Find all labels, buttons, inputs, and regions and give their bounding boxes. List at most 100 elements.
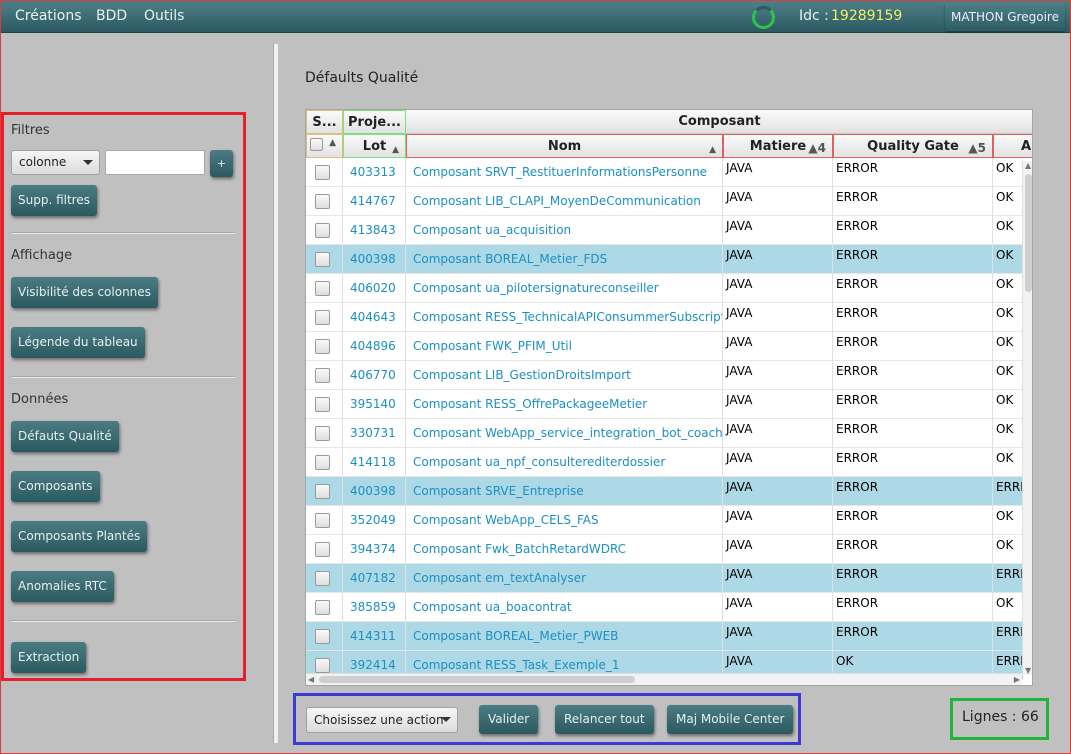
column-header-projet[interactable]: Proje... (343, 110, 406, 134)
scroll-thumb[interactable] (1025, 174, 1032, 292)
component-name-link[interactable]: Composant RESS_TechnicalAPIConsummerSubs… (406, 303, 723, 332)
table-row[interactable]: 394374 Composant Fwk_BatchRetardWDRC JAVA E… (306, 535, 1023, 564)
lot-link[interactable]: 400398 (343, 245, 406, 274)
component-name-link[interactable]: Composant BOREAL_Metier_PWEB (406, 622, 723, 651)
table-row[interactable]: 330731 Composant WebApp_service_integrati… (306, 419, 1023, 448)
component-name-link[interactable]: Composant SRVT_RestituerInformationsPers… (406, 158, 723, 187)
lot-link[interactable]: 414311 (343, 622, 406, 651)
maj-mobile-center-button[interactable]: Maj Mobile Center (667, 705, 794, 734)
table-row[interactable]: 406020 Composant ua_pilotersignatureconse… (306, 274, 1023, 303)
scroll-thumb[interactable] (319, 676, 635, 683)
row-checkbox[interactable] (315, 368, 330, 383)
row-checkbox[interactable] (315, 513, 330, 528)
columns-visibility-button[interactable]: Visibilité des colonnes (11, 277, 158, 308)
component-name-link[interactable]: Composant LIB_CLAPI_MoyenDeCommunication (406, 187, 723, 216)
column-header-select[interactable]: ▲ (306, 134, 343, 158)
component-name-link[interactable]: Composant SRVE_Entreprise (406, 477, 723, 506)
row-checkbox[interactable] (315, 571, 330, 586)
table-legend-button[interactable]: Légende du tableau (11, 327, 145, 358)
table-row[interactable]: 403313 Composant SRVT_RestituerInformatio… (306, 158, 1023, 187)
nav-components-button[interactable]: Composants (11, 471, 100, 502)
component-name-link[interactable]: Composant BOREAL_Metier_FDS (406, 245, 723, 274)
select-all-checkbox[interactable] (310, 138, 323, 151)
row-checkbox[interactable] (315, 629, 330, 644)
row-checkbox[interactable] (315, 600, 330, 615)
table-row[interactable]: 414118 Composant ua_npf_consulterediterdo… (306, 448, 1023, 477)
table-row[interactable]: 413843 Composant ua_acquisition JAVA ERROR O… (306, 216, 1023, 245)
nav-quality-defects-button[interactable]: Défauts Qualité (11, 421, 119, 452)
remove-filters-button[interactable]: Supp. filtres (11, 185, 97, 216)
column-header-quality-gate[interactable]: Quality Gate ▲5 (833, 134, 993, 158)
component-name-link[interactable]: Composant ua_npf_consulterediterdossier (406, 448, 723, 477)
action-select[interactable]: Choisissez une action (306, 707, 458, 733)
component-name-link[interactable]: Composant FWK_PFIM_Util (406, 332, 723, 361)
row-checkbox[interactable] (315, 339, 330, 354)
table-row[interactable]: 352049 Composant WebApp_CELS_FAS JAVA ERROR… (306, 506, 1023, 535)
component-name-link[interactable]: Composant ua_pilotersignatureconseiller (406, 274, 723, 303)
scroll-down-icon[interactable]: ▼ (1025, 666, 1031, 675)
row-checkbox[interactable] (315, 281, 330, 296)
component-name-link[interactable]: Composant em_textAnalyser (406, 564, 723, 593)
component-name-link[interactable]: Composant ua_acquisition (406, 216, 723, 245)
lot-link[interactable]: 404643 (343, 303, 406, 332)
scroll-left-icon[interactable]: ◀ (308, 675, 314, 684)
table-row[interactable]: 400398 Composant BOREAL_Metier_FDS JAVA ERR… (306, 245, 1023, 274)
scroll-up-icon[interactable]: ▲ (1025, 161, 1031, 170)
component-name-link[interactable]: Composant Fwk_BatchRetardWDRC (406, 535, 723, 564)
component-name-link[interactable]: Composant RESS_OffrePackageeMetier (406, 390, 723, 419)
row-checkbox[interactable] (315, 455, 330, 470)
column-header-s[interactable]: S... (306, 110, 343, 134)
column-select[interactable]: colonne (11, 150, 100, 175)
lot-link[interactable]: 404896 (343, 332, 406, 361)
table-row[interactable]: 407182 Composant em_textAnalyser JAVA ERROR… (306, 564, 1023, 593)
component-name-link[interactable]: Composant WebApp_CELS_FAS (406, 506, 723, 535)
lot-link[interactable]: 352049 (343, 506, 406, 535)
table-row[interactable]: 414767 Composant LIB_CLAPI_MoyenDeCommuni… (306, 187, 1023, 216)
nav-rtc-anomalies-button[interactable]: Anomalies RTC (11, 571, 114, 602)
scroll-right-icon[interactable]: ▶ (1014, 675, 1020, 684)
component-name-link[interactable]: Composant WebApp_service_integration_bot… (406, 419, 723, 448)
filter-input[interactable] (105, 150, 205, 175)
column-header-matiere[interactable]: Matiere ▲4 (723, 134, 833, 158)
table-row[interactable]: 395140 Composant RESS_OffrePackageeMetier… (306, 390, 1023, 419)
vertical-scrollbar[interactable]: ▲ ▼ (1022, 161, 1032, 675)
row-checkbox[interactable] (315, 426, 330, 441)
row-checkbox[interactable] (315, 252, 330, 267)
table-row[interactable]: 414311 Composant BOREAL_Metier_PWEB JAVA ER… (306, 622, 1023, 651)
menu-creations[interactable]: Créations (15, 8, 82, 24)
lot-link[interactable]: 414118 (343, 448, 406, 477)
table-row[interactable]: 404896 Composant FWK_PFIM_Util JAVA ERROR OK (306, 332, 1023, 361)
row-checkbox[interactable] (315, 658, 330, 673)
lot-link[interactable]: 406770 (343, 361, 406, 390)
nav-failed-components-button[interactable]: Composants Plantés (11, 521, 148, 552)
rerun-all-button[interactable]: Relancer tout (555, 705, 654, 734)
horizontal-scrollbar[interactable]: ◀ ▶ (306, 673, 1022, 685)
user-menu-button[interactable]: MATHON Gregoire (945, 3, 1065, 31)
split-pane-divider[interactable] (273, 44, 278, 743)
lot-link[interactable]: 413843 (343, 216, 406, 245)
lot-link[interactable]: 395140 (343, 390, 406, 419)
table-row[interactable]: 400398 Composant SRVE_Entreprise JAVA ERROR… (306, 477, 1023, 506)
row-checkbox[interactable] (315, 165, 330, 180)
extraction-button[interactable]: Extraction (11, 642, 87, 673)
lot-link[interactable]: 400398 (343, 477, 406, 506)
table-row[interactable]: 406770 Composant LIB_GestionDroitsImport J… (306, 361, 1023, 390)
lot-link[interactable]: 414767 (343, 187, 406, 216)
lot-link[interactable]: 407182 (343, 564, 406, 593)
column-header-nom[interactable]: Nom ▲ (406, 134, 723, 158)
row-checkbox[interactable] (315, 542, 330, 557)
lot-link[interactable]: 330731 (343, 419, 406, 448)
lot-link[interactable]: 406020 (343, 274, 406, 303)
component-name-link[interactable]: Composant ua_boacontrat (406, 593, 723, 622)
column-header-next[interactable]: A (993, 134, 1032, 158)
row-checkbox[interactable] (315, 397, 330, 412)
table-row[interactable]: 404643 Composant RESS_TechnicalAPIConsumm… (306, 303, 1023, 332)
menu-outils[interactable]: Outils (144, 8, 184, 24)
lot-link[interactable]: 385859 (343, 593, 406, 622)
menu-bdd[interactable]: BDD (96, 8, 127, 24)
add-filter-button[interactable]: + (210, 150, 233, 177)
validate-button[interactable]: Valider (479, 705, 539, 734)
table-row[interactable]: 385859 Composant ua_boacontrat JAVA ERROR OK (306, 593, 1023, 622)
component-name-link[interactable]: Composant LIB_GestionDroitsImport (406, 361, 723, 390)
row-checkbox[interactable] (315, 310, 330, 325)
